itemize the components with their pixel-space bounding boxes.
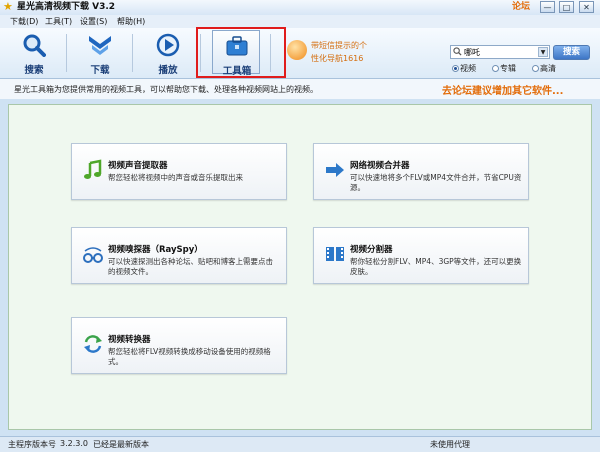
sniffer-icon <box>83 247 103 263</box>
tool-description: 帮您轻松将FLV视频转换成移动设备使用的视频格式。 <box>108 347 271 366</box>
download-tool-label: 下载 <box>90 65 110 76</box>
search-button-label: 搜索 <box>562 47 580 57</box>
film-split-icon <box>326 247 344 261</box>
tool-card-video-merger[interactable]: 网络视频合并器 可以快速地将多个FLV或MP4文件合并，节省CPU资源。 <box>313 143 529 200</box>
search-input[interactable] <box>464 46 534 58</box>
version-number: 3.2.3.0 <box>60 439 88 448</box>
toolbox-highlight-frame <box>196 27 286 78</box>
update-status: 已经是最新版本 <box>93 440 149 449</box>
toolbox-panel: 视频声音提取器 帮您轻松将视频中的声音或音乐提取出来 网络视频合并器 可以快速地… <box>8 104 592 430</box>
play-circle-icon <box>156 33 180 57</box>
radio-dot <box>532 65 539 72</box>
tool-title: 视频嗅探器（RaySpy） <box>108 245 203 255</box>
sms-nav-link[interactable]: 带短信提示的个 性化导航1616 <box>287 38 367 68</box>
close-button[interactable]: ✕ <box>579 1 594 13</box>
tool-description: 可以快速探测出各种论坛、贴吧和博客上需要点击的视频文件。 <box>108 257 273 276</box>
tool-card-video-converter[interactable]: 视频转换器 帮您轻松将FLV视频转换成移动设备使用的视频格式。 <box>71 317 287 374</box>
toolbar-divider <box>66 34 67 72</box>
download-chevron-icon <box>89 36 111 55</box>
play-tool-label: 播放 <box>158 65 178 76</box>
tool-description: 可以快速地将多个FLV或MP4文件合并，节省CPU资源。 <box>350 173 522 192</box>
app-star-icon: ★ <box>3 0 13 13</box>
toolbox-description: 星光工具箱为您提供常用的视频工具，可以帮助您下载、处理各种视频网站上的视频。 <box>14 85 318 94</box>
menu-download[interactable]: 下载(D) <box>10 16 38 27</box>
search-button[interactable]: 搜索 <box>553 45 590 60</box>
tool-description: 帮您轻松将视频中的声音或音乐提取出来 <box>108 173 243 182</box>
search-box[interactable]: ▼ <box>450 45 550 59</box>
proxy-status: 未使用代理 <box>430 440 470 449</box>
maximize-button[interactable]: □ <box>559 1 574 13</box>
search-history-dropdown[interactable]: ▼ <box>538 47 548 57</box>
tool-title: 视频声音提取器 <box>108 161 168 171</box>
sms-nav-line1: 带短信提示的个 <box>311 41 367 50</box>
download-tool-button[interactable]: 下载 <box>76 30 124 76</box>
toolbar-divider <box>132 34 133 72</box>
sms-nav-line2: 性化导航1616 <box>311 54 364 63</box>
search-tool-button[interactable]: 搜索 <box>10 30 58 76</box>
search-tool-label: 搜索 <box>24 65 44 76</box>
window-title: 星光高清视频下载 V3.2 <box>17 2 116 12</box>
menu-settings[interactable]: 设置(S) <box>80 16 107 27</box>
play-tool-button[interactable]: 播放 <box>144 30 192 76</box>
radio-video[interactable]: 视频 <box>452 63 476 74</box>
radio-hd[interactable]: 高清 <box>532 63 556 74</box>
forum-link[interactable]: 论坛 <box>512 1 530 14</box>
merge-arrow-icon <box>326 163 344 177</box>
tool-title: 视频转换器 <box>108 335 151 345</box>
search-type-options: 视频 专辑 高清 <box>452 63 592 73</box>
tool-card-video-splitter[interactable]: 视频分割器 帮你轻松分割FLV、MP4、3GP等文件，还可以更换皮肤。 <box>313 227 529 284</box>
menu-help[interactable]: 帮助(H) <box>117 16 145 27</box>
radio-album[interactable]: 专辑 <box>492 63 516 74</box>
tool-title: 视频分割器 <box>350 245 393 255</box>
music-note-icon <box>84 159 102 179</box>
search-icon <box>453 47 462 56</box>
menu-tools[interactable]: 工具(T) <box>45 16 72 27</box>
radio-selected-dot <box>452 65 459 72</box>
tool-card-video-sniffer[interactable]: 视频嗅探器（RaySpy） 可以快速探测出各种论坛、贴吧和博客上需要点击的视频文… <box>71 227 287 284</box>
minimize-button[interactable]: — <box>540 1 555 13</box>
globe-icon <box>287 40 307 60</box>
tool-description: 帮你轻松分割FLV、MP4、3GP等文件，还可以更换皮肤。 <box>350 257 522 276</box>
tool-title: 网络视频合并器 <box>350 161 410 171</box>
status-bar: 主程序版本号 3.2.3.0 已经是最新版本 未使用代理 <box>0 436 600 452</box>
suggest-software-link[interactable]: 去论坛建议增加其它软件... <box>442 82 563 97</box>
info-bar: 星光工具箱为您提供常用的视频工具，可以帮助您下载、处理各种视频网站上的视频。 去… <box>0 79 600 99</box>
version-label: 主程序版本号 <box>8 440 56 449</box>
tool-card-audio-extractor[interactable]: 视频声音提取器 帮您轻松将视频中的声音或音乐提取出来 <box>71 143 287 200</box>
magnifier-icon <box>23 34 46 57</box>
radio-dot <box>492 65 499 72</box>
convert-icon <box>84 335 102 353</box>
title-bar: ★ 星光高清视频下载 V3.2 论坛 — □ ✕ <box>0 0 600 16</box>
menu-bar: 下载(D) 工具(T) 设置(S) 帮助(H) <box>0 15 600 28</box>
